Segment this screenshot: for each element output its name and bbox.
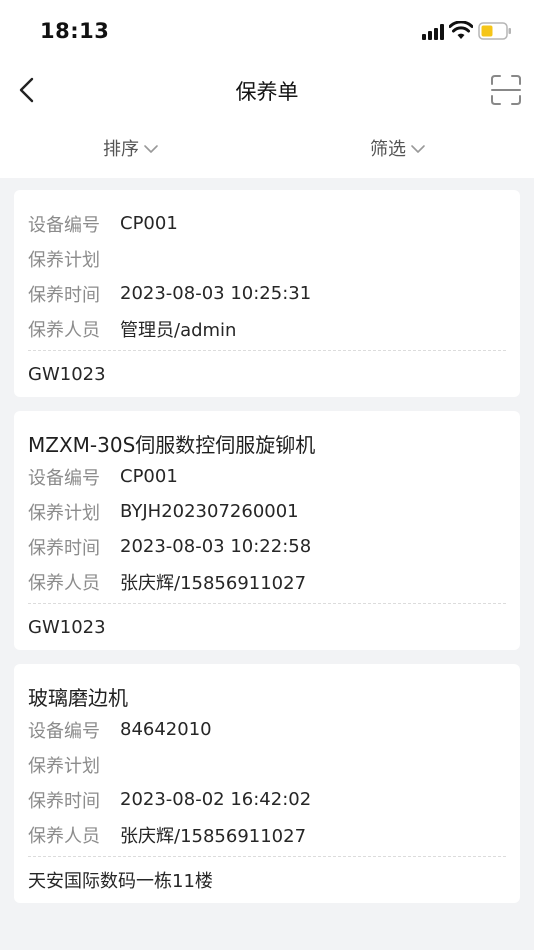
device-no-value: 84642010 bbox=[120, 719, 212, 740]
plan-label: 保养计划 bbox=[28, 249, 100, 271]
device-name: 玻璃磨边机 bbox=[28, 686, 128, 710]
maintenance-list: 设备编号 CP001 保养计划 保养时间 2023-08-03 10:25:31 保… bbox=[14, 190, 520, 917]
location-text: GW1023 bbox=[28, 616, 106, 638]
location-text: GW1023 bbox=[28, 363, 106, 385]
battery-icon bbox=[478, 22, 511, 40]
time-label: 保养时间 bbox=[28, 537, 100, 559]
maintenance-card[interactable]: 玻璃磨边机 设备编号 84642010 保养计划 保养时间 2023-08-02 1… bbox=[14, 664, 520, 903]
cellular-signal-icon bbox=[422, 24, 444, 40]
wifi-icon bbox=[449, 21, 473, 39]
device-no-value: CP001 bbox=[120, 213, 178, 234]
person-label: 保养人员 bbox=[28, 825, 100, 847]
time-label: 保养时间 bbox=[28, 790, 100, 812]
person-value: 张庆辉/15856911027 bbox=[120, 572, 307, 594]
maintenance-card[interactable]: 设备编号 CP001 保养计划 保养时间 2023-08-03 10:25:31 保… bbox=[14, 190, 520, 397]
person-value: 张庆辉/15856911027 bbox=[120, 825, 307, 847]
plan-value: BYJH202307260001 bbox=[120, 501, 299, 522]
chevron-down-icon bbox=[144, 145, 158, 153]
plan-label: 保养计划 bbox=[28, 502, 100, 524]
device-no-value: CP001 bbox=[120, 466, 178, 487]
header: 18:13 保养单 排序 筛选 bbox=[0, 0, 534, 178]
sort-dropdown[interactable]: 排序 bbox=[103, 135, 159, 161]
plan-label: 保养计划 bbox=[28, 755, 100, 777]
filter-bar: 排序 筛选 bbox=[0, 118, 534, 178]
location-text: 天安国际数码一栋11楼 bbox=[28, 871, 213, 892]
device-name: MZXM-30S伺服数控伺服旋铆机 bbox=[28, 433, 316, 457]
time-value: 2023-08-03 10:22:58 bbox=[120, 536, 312, 557]
person-value: 管理员/admin bbox=[120, 319, 237, 341]
device-no-label: 设备编号 bbox=[28, 214, 100, 236]
nav-bar: 保养单 bbox=[0, 62, 534, 118]
sort-label: 排序 bbox=[103, 139, 139, 160]
device-no-label: 设备编号 bbox=[28, 720, 100, 742]
scan-icon[interactable] bbox=[489, 73, 523, 107]
filter-dropdown[interactable]: 筛选 bbox=[370, 135, 426, 161]
status-time: 18:13 bbox=[40, 19, 110, 43]
time-label: 保养时间 bbox=[28, 284, 100, 306]
time-value: 2023-08-02 16:42:02 bbox=[120, 789, 312, 810]
chevron-down-icon bbox=[411, 145, 425, 153]
maintenance-card[interactable]: MZXM-30S伺服数控伺服旋铆机 设备编号 CP001 保养计划 BYJH2023… bbox=[14, 411, 520, 650]
filter-label: 筛选 bbox=[370, 139, 406, 160]
person-label: 保养人员 bbox=[28, 572, 100, 594]
time-value: 2023-08-03 10:25:31 bbox=[120, 283, 312, 304]
status-bar: 18:13 bbox=[0, 0, 534, 62]
device-no-label: 设备编号 bbox=[28, 467, 100, 489]
person-label: 保养人员 bbox=[28, 319, 100, 341]
page-title: 保养单 bbox=[235, 80, 299, 104]
